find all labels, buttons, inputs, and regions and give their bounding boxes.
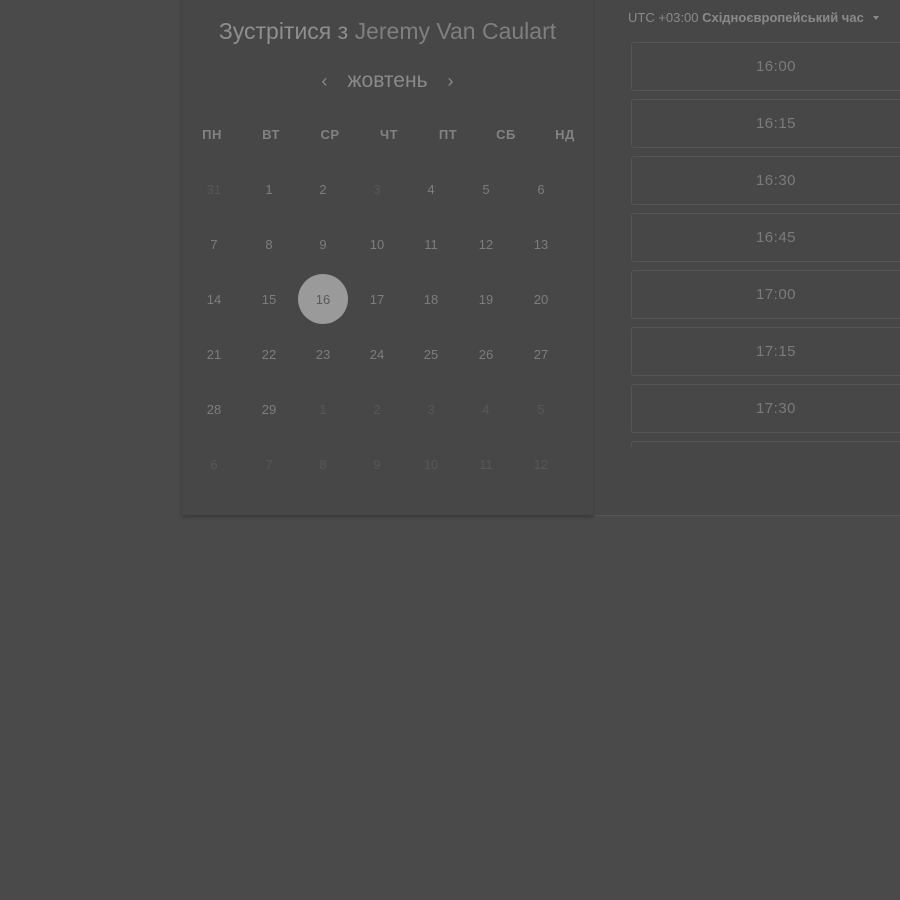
calendar-day: 11 bbox=[479, 456, 493, 472]
calendar-day[interactable]: 25 bbox=[406, 329, 456, 379]
calendar-day: 12 bbox=[533, 456, 549, 472]
calendar-day[interactable]: 27 bbox=[516, 329, 566, 379]
chevron-left-icon[interactable]: ‹ bbox=[317, 72, 331, 90]
calendar-day[interactable]: 13 bbox=[516, 219, 566, 269]
calendar-day[interactable]: 21 bbox=[189, 329, 239, 379]
page-overlay: Зустрітися з Jeremy Van Caulart ‹ жовтен… bbox=[0, 0, 900, 900]
calendar-day[interactable]: 1 bbox=[244, 164, 294, 214]
calendar-day[interactable]: 14 bbox=[189, 274, 239, 324]
weekday-label: ВТ bbox=[262, 127, 280, 142]
chevron-right-icon[interactable]: › bbox=[444, 72, 458, 90]
weekday-label: ПН bbox=[202, 127, 222, 142]
calendar-day[interactable]: 9 bbox=[298, 219, 348, 269]
weekday-label: СР bbox=[320, 127, 340, 142]
weekday-label: ЧТ bbox=[379, 127, 399, 142]
host-name: Jeremy Van Caulart bbox=[354, 18, 557, 44]
page-title: Зустрітися з Jeremy Van Caulart bbox=[182, 18, 593, 45]
calendar-day: 8 bbox=[319, 456, 327, 472]
calendar-day: 3 bbox=[373, 181, 381, 197]
calendar-day[interactable]: 15 bbox=[244, 274, 294, 324]
weekday-label: СБ bbox=[496, 127, 516, 142]
calendar-day[interactable]: 26 bbox=[461, 329, 511, 379]
time-slot-button[interactable]: 17:30 bbox=[631, 384, 900, 433]
timezone-name: Східноєвропейський час bbox=[702, 10, 864, 25]
calendar-day[interactable]: 18 bbox=[406, 274, 456, 324]
calendar-day: 7 bbox=[265, 456, 273, 472]
calendar-day: 2 bbox=[373, 401, 381, 417]
calendar-day[interactable]: 29 bbox=[244, 384, 294, 434]
calendar-day[interactable]: 12 bbox=[461, 219, 511, 269]
selected-day[interactable]: 16 bbox=[298, 274, 348, 324]
weekday-header: ПН ВТ СР ЧТ ПТ СБ НД bbox=[182, 127, 593, 147]
time-slot-list: 16:00 16:15 16:30 16:45 17:00 17:15 17:30 bbox=[631, 42, 900, 455]
time-slot-button[interactable]: 16:45 bbox=[631, 213, 900, 262]
calendar-day: 3 bbox=[427, 401, 435, 417]
time-slot-button[interactable]: 16:30 bbox=[631, 156, 900, 205]
calendar-day: 9 bbox=[373, 456, 381, 472]
time-slot-button[interactable]: 17:00 bbox=[631, 270, 900, 319]
timezone-offset: UTC +03:00 bbox=[628, 10, 699, 25]
calendar-day: 4 bbox=[482, 401, 490, 417]
calendar-day[interactable]: 17 bbox=[352, 274, 402, 324]
time-slot-panel: UTC +03:00 Східноєвропейський час 16:00 1… bbox=[595, 0, 900, 516]
time-slot-button[interactable] bbox=[631, 441, 900, 447]
calendar-day[interactable]: 7 bbox=[189, 219, 239, 269]
time-slot-button[interactable]: 17:15 bbox=[631, 327, 900, 376]
title-prefix: Зустрітися з bbox=[218, 18, 349, 44]
timezone-selector[interactable]: UTC +03:00 Східноєвропейський час bbox=[628, 10, 880, 25]
weekday-label: ПТ bbox=[438, 127, 458, 142]
calendar-day[interactable]: 2 bbox=[298, 164, 348, 214]
calendar-panel: Зустрітися з Jeremy Van Caulart ‹ жовтен… bbox=[182, 0, 593, 515]
calendar-day[interactable]: 20 bbox=[516, 274, 566, 324]
time-slot-button[interactable]: 16:15 bbox=[631, 99, 900, 148]
calendar-day[interactable]: 19 bbox=[461, 274, 511, 324]
month-label: жовтень bbox=[347, 69, 428, 92]
calendar-day: 6 bbox=[210, 456, 218, 472]
calendar-day[interactable]: 24 bbox=[352, 329, 402, 379]
calendar-day: 31 bbox=[206, 181, 222, 197]
calendar-day[interactable]: 23 bbox=[298, 329, 348, 379]
calendar-day[interactable]: 22 bbox=[244, 329, 294, 379]
calendar-day: 10 bbox=[423, 456, 439, 472]
calendar-day[interactable]: 28 bbox=[189, 384, 239, 434]
calendar-day[interactable]: 8 bbox=[244, 219, 294, 269]
calendar-day[interactable]: 4 bbox=[406, 164, 456, 214]
calendar-day[interactable]: 6 bbox=[516, 164, 566, 214]
calendar-day: 5 bbox=[537, 401, 545, 417]
calendar-day[interactable]: 5 bbox=[461, 164, 511, 214]
calendar-day[interactable]: 11 bbox=[406, 219, 456, 269]
calendar-day[interactable]: 10 bbox=[352, 219, 402, 269]
time-slot-button[interactable]: 16:00 bbox=[631, 42, 900, 91]
month-navigation: ‹ жовтень › bbox=[182, 66, 593, 96]
weekday-label: НД bbox=[555, 127, 575, 142]
calendar-day: 1 bbox=[319, 401, 327, 417]
caret-down-icon bbox=[873, 15, 880, 20]
